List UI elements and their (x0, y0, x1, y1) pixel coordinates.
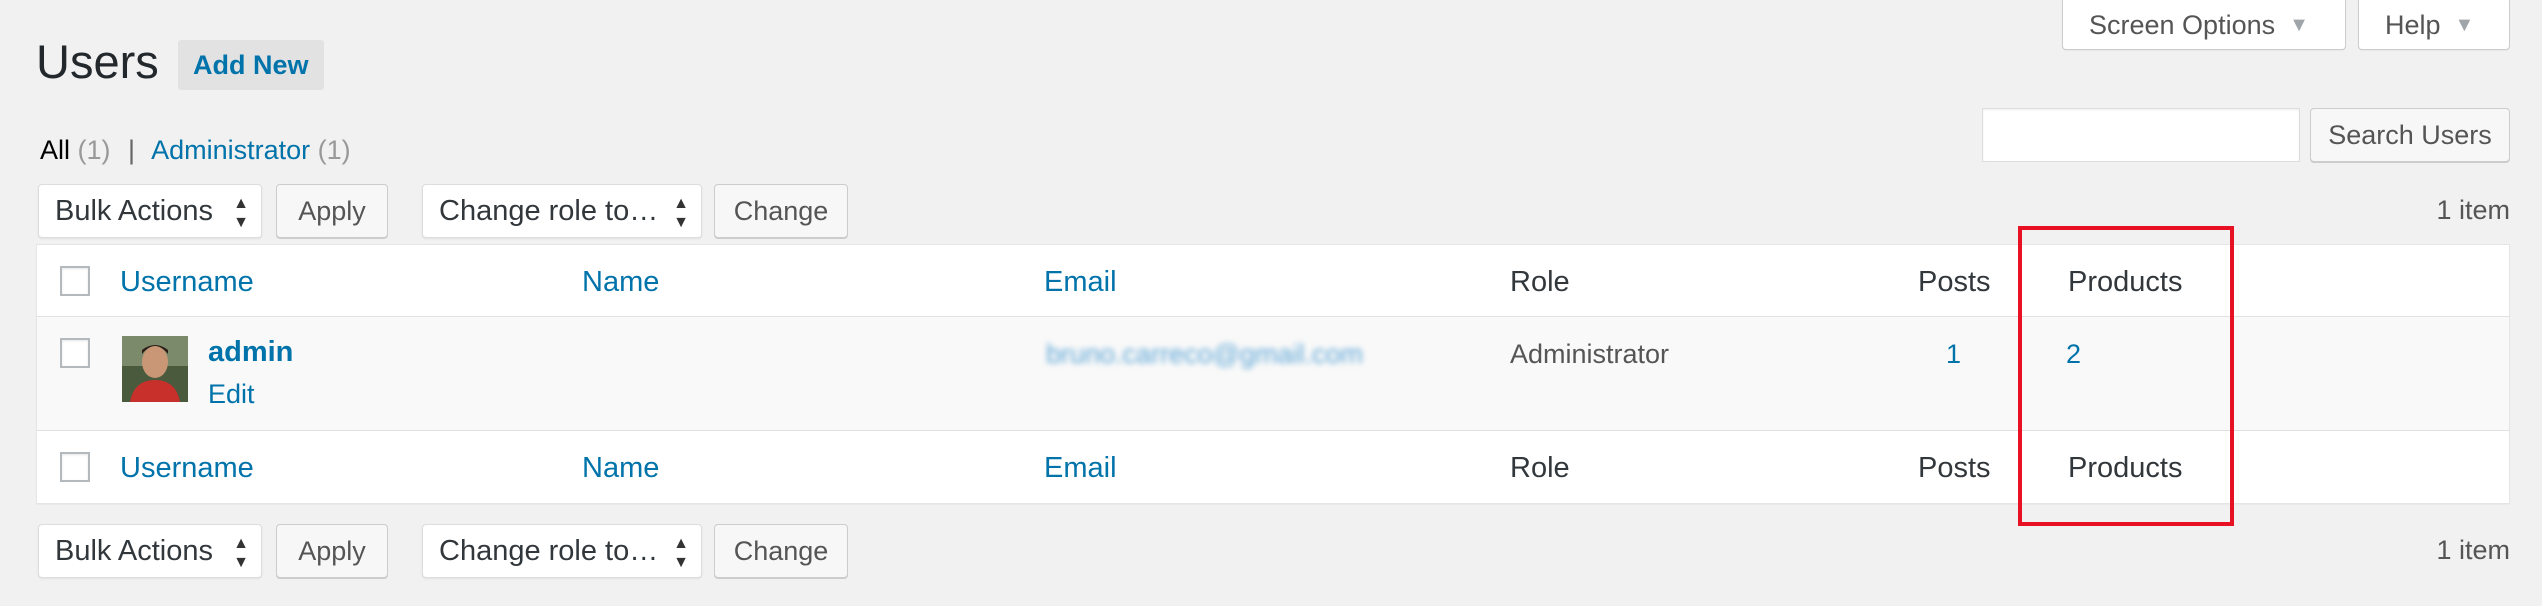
item-count: 1 item (2436, 195, 2510, 225)
up-down-arrows-icon: ▲ ▼ (673, 535, 689, 571)
user-posts-count[interactable]: 1 (1946, 336, 1961, 372)
column-role-footer: Role (1510, 452, 1570, 484)
help-button[interactable]: Help ▼ (2358, 0, 2510, 50)
column-email-footer[interactable]: Email (1044, 450, 1117, 486)
apply-button[interactable]: Apply (276, 184, 388, 238)
select-all-checkbox-footer[interactable] (60, 452, 90, 482)
filter-all[interactable]: All (40, 135, 70, 165)
bulk-actions-select-bottom[interactable]: Bulk Actions ▲ ▼ (38, 524, 262, 578)
column-posts: Posts (1918, 266, 1991, 298)
item-count-bottom: 1 item (2436, 535, 2510, 565)
change-button[interactable]: Change (714, 184, 848, 238)
add-new-button[interactable]: Add New (178, 40, 324, 90)
user-avatar (122, 336, 188, 402)
column-name-footer[interactable]: Name (582, 450, 659, 486)
caret-down-icon: ▼ (2289, 13, 2309, 36)
up-down-arrows-icon: ▲ ▼ (233, 535, 249, 571)
role-filter-links: All (1) | Administrator (1) (40, 132, 351, 168)
up-down-arrows-icon: ▲ ▼ (233, 195, 249, 231)
user-role: Administrator (1510, 339, 1670, 369)
change-role-value: Change role to… (439, 535, 659, 567)
search-input[interactable] (1982, 108, 2300, 162)
column-name[interactable]: Name (582, 264, 659, 300)
column-role: Role (1510, 266, 1570, 298)
bulk-actions-select[interactable]: Bulk Actions ▲ ▼ (38, 184, 262, 238)
change-role-select-bottom[interactable]: Change role to… ▲ ▼ (422, 524, 702, 578)
column-posts-footer: Posts (1918, 452, 1991, 484)
screen-options-button[interactable]: Screen Options ▼ (2062, 0, 2346, 50)
change-button-bottom[interactable]: Change (714, 524, 848, 578)
edit-user-link[interactable]: Edit (208, 376, 255, 412)
user-email-link[interactable]: bruno.carreco@gmail.com (1046, 336, 1363, 372)
apply-button-bottom[interactable]: Apply (276, 524, 388, 578)
screen-options-label: Screen Options (2089, 9, 2276, 40)
search-users-button[interactable]: Search Users (2310, 108, 2510, 162)
help-label: Help (2385, 9, 2441, 40)
filter-separator: | (128, 135, 136, 165)
filter-all-count: (1) (77, 135, 111, 165)
column-username-footer[interactable]: Username (120, 450, 254, 486)
column-email[interactable]: Email (1044, 264, 1117, 300)
change-role-value: Change role to… (439, 195, 659, 227)
caret-down-icon: ▼ (2454, 13, 2475, 36)
column-username[interactable]: Username (120, 264, 254, 300)
select-all-checkbox[interactable] (60, 266, 90, 296)
filter-administrator[interactable]: Administrator (151, 135, 310, 165)
username-link[interactable]: admin (208, 334, 293, 370)
bulk-actions-value: Bulk Actions (55, 195, 213, 227)
filter-administrator-count: (1) (317, 135, 351, 165)
bulk-actions-value: Bulk Actions (55, 535, 213, 567)
row-checkbox[interactable] (60, 338, 90, 368)
up-down-arrows-icon: ▲ ▼ (673, 195, 689, 231)
products-column-highlight (2018, 226, 2234, 526)
change-role-select[interactable]: Change role to… ▲ ▼ (422, 184, 702, 238)
page-title: Users (36, 35, 159, 88)
